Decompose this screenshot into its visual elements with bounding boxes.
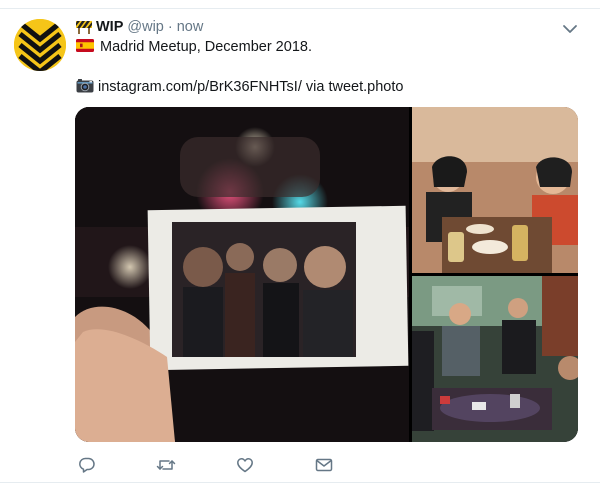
photo-polaroid[interactable]: [75, 107, 409, 442]
reply-icon[interactable]: [76, 454, 98, 476]
avatar[interactable]: [14, 19, 66, 71]
tweet-text: Madrid Meetup, December 2018.: [100, 39, 312, 55]
author-handle[interactable]: @wip: [127, 19, 163, 35]
author-name[interactable]: WIP: [96, 19, 123, 35]
camera-icon: [76, 78, 94, 97]
construction-sign-icon: [76, 20, 92, 34]
media-grid: [75, 107, 578, 442]
tweet-header: WIP @wip · now: [76, 17, 203, 37]
heart-icon[interactable]: [234, 454, 256, 476]
photo-group-table[interactable]: [412, 107, 578, 273]
tweet-text-line: Madrid Meetup, December 2018.: [76, 37, 312, 57]
via-text: via tweet.photo: [305, 79, 404, 95]
top-divider: [0, 0, 600, 9]
bottom-divider: [0, 482, 600, 492]
envelope-icon[interactable]: [313, 454, 335, 476]
tweet-actions: [76, 454, 346, 476]
avatar-logo: [14, 19, 66, 71]
tweet-link-line: instagram.com/p/BrK36FNHTsI/ via tweet.p…: [76, 77, 403, 97]
timestamp[interactable]: now: [177, 19, 204, 35]
spain-flag-icon: [76, 38, 94, 56]
chevron-down-icon[interactable]: [562, 22, 578, 34]
retweet-icon[interactable]: [155, 454, 177, 476]
photo-group-bar[interactable]: [412, 276, 578, 442]
separator-dot: ·: [167, 19, 173, 35]
instagram-link[interactable]: instagram.com/p/BrK36FNHTsI/: [98, 79, 302, 95]
